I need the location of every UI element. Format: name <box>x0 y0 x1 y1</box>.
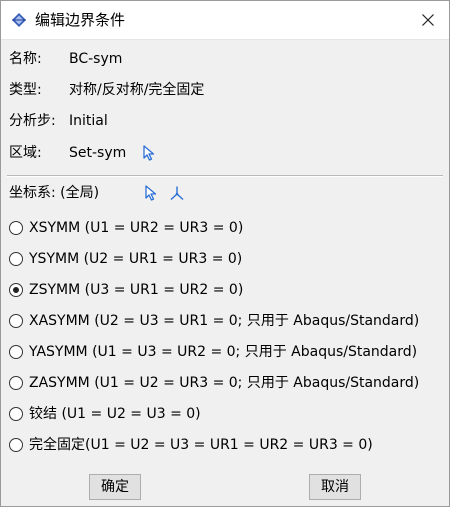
radio-button[interactable] <box>9 314 23 328</box>
ok-button[interactable]: 确定 <box>89 474 141 500</box>
radio-button[interactable] <box>9 345 23 359</box>
csys-row: 坐标系: (全局) <box>9 183 229 203</box>
option-label: YSYMM (U2 = UR1 = UR3 = 0) <box>29 251 243 267</box>
dialog-title: 编辑边界条件 <box>35 11 126 29</box>
close-button[interactable] <box>413 6 443 34</box>
edit-boundary-condition-dialog: 编辑边界条件 名称: BC-sym 类型: 对称/反对称/完全固定 分析步: I… <box>0 0 450 507</box>
option-label: YASYMM (U1 = U3 = UR2 = 0; 只用于 Abaqus/St… <box>29 344 418 360</box>
option-label: XSYMM (U1 = UR2 = UR3 = 0) <box>29 220 244 236</box>
step-label: 分析步: <box>9 113 56 129</box>
cancel-button[interactable]: 取消 <box>309 474 361 500</box>
option-label: XASYMM (U2 = U3 = UR1 = 0; 只用于 Abaqus/St… <box>29 313 420 329</box>
radio-button[interactable] <box>9 252 23 266</box>
step-row: 分析步: Initial <box>9 111 108 131</box>
name-value: BC-sym <box>69 51 123 67</box>
option-label: ZSYMM (U3 = UR1 = UR2 = 0) <box>29 282 244 298</box>
csys-label: 坐标系: (全局) <box>9 185 100 201</box>
type-row: 类型: 对称/反对称/完全固定 <box>9 80 204 100</box>
close-icon <box>422 14 434 26</box>
region-row: 区域: Set-sym <box>9 143 209 163</box>
type-label: 类型: <box>9 82 42 98</box>
radio-button[interactable] <box>9 376 23 390</box>
boundary-condition-icon <box>12 13 26 27</box>
radio-button[interactable] <box>9 438 23 452</box>
region-label: 区域: <box>9 145 42 161</box>
option-label: 完全固定(U1 = U2 = U3 = UR1 = UR2 = UR3 = 0) <box>29 437 373 453</box>
axes-triad-icon[interactable] <box>169 185 185 201</box>
radio-button[interactable] <box>9 221 23 235</box>
type-value: 对称/反对称/完全固定 <box>69 82 205 98</box>
radio-button[interactable] <box>9 407 23 421</box>
step-value: Initial <box>69 113 108 129</box>
select-arrow-icon[interactable] <box>143 185 159 201</box>
option-label: 铰结 (U1 = U2 = U3 = 0) <box>29 406 201 422</box>
radio-button[interactable] <box>9 283 23 297</box>
option-label: ZASYMM (U1 = U2 = UR3 = 0; 只用于 Abaqus/St… <box>29 375 420 391</box>
title-bar: 编辑边界条件 <box>1 1 449 40</box>
separator <box>7 175 443 177</box>
select-arrow-icon[interactable] <box>141 145 157 161</box>
name-row: 名称: BC-sym <box>9 49 122 69</box>
name-label: 名称: <box>9 51 42 67</box>
region-value: Set-sym <box>69 145 127 161</box>
